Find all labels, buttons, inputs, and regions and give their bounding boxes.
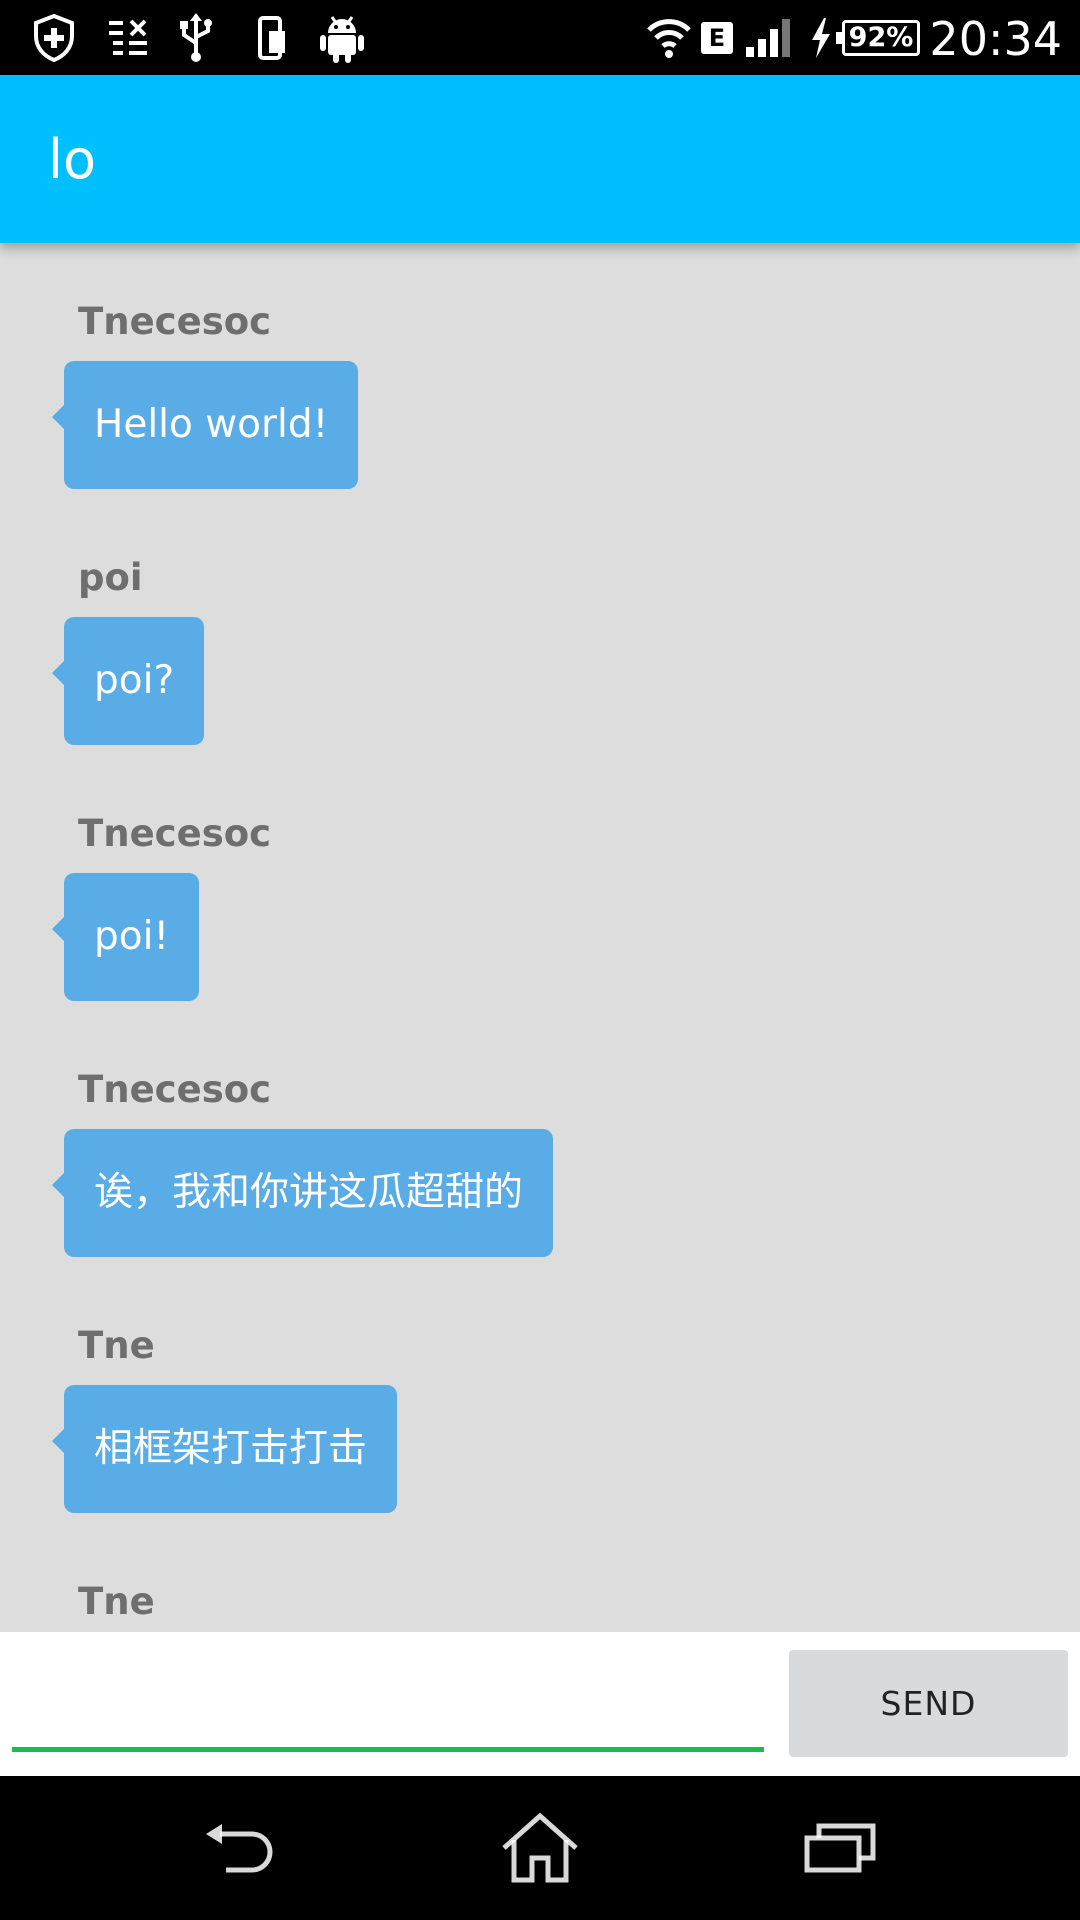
message-sender: Tnecesoc <box>78 1068 272 1111</box>
status-bar: E 92% 20:34 <box>0 0 1080 75</box>
android-icon <box>318 0 366 75</box>
navigation-bar <box>0 1776 1080 1920</box>
e-network-icon: E <box>698 0 736 75</box>
message-sender: poi <box>78 556 143 599</box>
back-icon[interactable] <box>141 1776 341 1920</box>
app-bar: lo <box>0 75 1080 243</box>
send-button[interactable]: SEND <box>789 1650 1068 1757</box>
signal-icon <box>742 0 794 75</box>
page-title: lo <box>48 128 97 191</box>
message-sender: Tne <box>78 1324 155 1367</box>
home-icon[interactable] <box>440 1776 640 1920</box>
wifi-icon <box>646 0 692 75</box>
recents-icon[interactable] <box>740 1776 940 1920</box>
message-sender: Tnecesoc <box>78 300 272 343</box>
clock-time: 20:34 <box>929 12 1062 66</box>
battery-icon: 92% <box>836 0 924 75</box>
charging-icon <box>806 0 836 75</box>
screen: E 92% 20:34 lo Tnecesoc Hello world! poi… <box>0 0 1080 1920</box>
message-list[interactable]: Tnecesoc Hello world! poi poi? Tnecesoc … <box>0 243 1080 1632</box>
compose-bar: SEND <box>0 1632 1080 1776</box>
battery-percent: 92% <box>848 22 914 53</box>
message-bubble[interactable]: 相框架打击打击 <box>51 1385 398 1513</box>
network-type-label: E <box>708 23 726 52</box>
storage-icon <box>254 0 290 75</box>
shield-plus-icon <box>28 0 80 75</box>
message-bubble[interactable]: poi? <box>51 617 205 745</box>
message-bubble[interactable]: poi! <box>51 873 200 1001</box>
sim-off-icon <box>104 0 152 75</box>
message-bubble[interactable]: Hello world! <box>51 361 359 489</box>
message-sender: Tnecesoc <box>78 812 272 855</box>
message-input[interactable] <box>12 1652 764 1752</box>
message-sender: Tne <box>78 1580 155 1623</box>
message-bubble[interactable]: 诶，我和你讲这瓜超甜的 <box>51 1129 554 1257</box>
usb-icon <box>176 0 216 75</box>
